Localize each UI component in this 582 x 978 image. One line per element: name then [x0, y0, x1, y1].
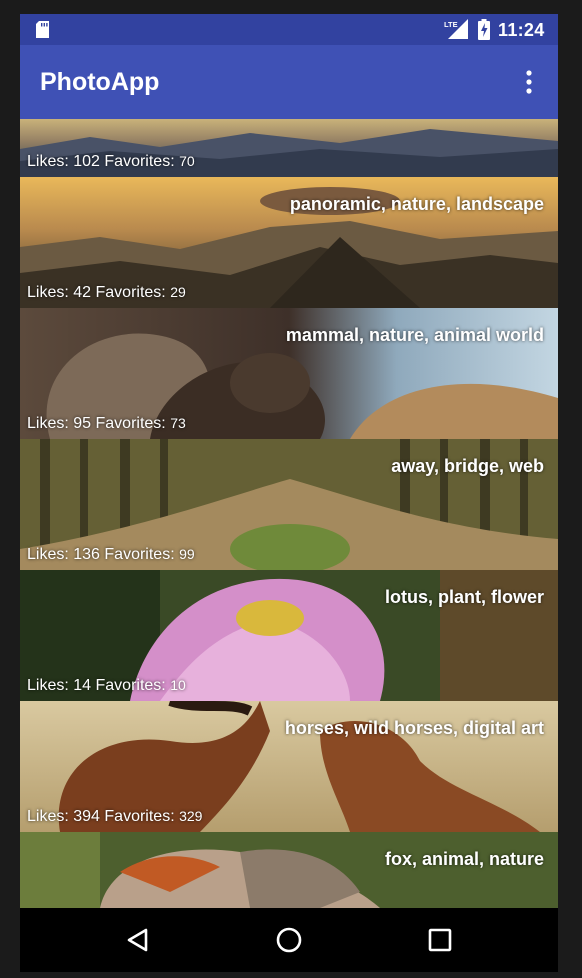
photo-stats: Likes: 42 Favorites: 29 — [27, 282, 186, 303]
likes-count: 136 — [73, 546, 100, 563]
battery-charging-icon — [478, 19, 490, 40]
likes-label: Likes: — [27, 677, 69, 694]
photo-tags: away, bridge, web — [391, 456, 544, 476]
photo-tags: horses, wild horses, digital art — [284, 718, 544, 738]
photo-card[interactable]: Likes: 102 Favorites: 70 — [20, 119, 558, 177]
photo-card[interactable]: fox, animal, nature — [20, 832, 558, 908]
likes-label: Likes: — [27, 546, 69, 563]
photo-tags: panoramic, nature, landscape — [289, 194, 544, 214]
photo-stats: Likes: 95 Favorites: 73 — [27, 413, 186, 434]
favorites-label: Favorites: — [95, 415, 166, 432]
likes-count: 14 — [73, 677, 92, 694]
network-type-label: LTE — [444, 20, 458, 29]
recents-button[interactable] — [418, 918, 462, 962]
favorites-label: Favorites: — [104, 153, 175, 170]
home-button[interactable] — [267, 918, 311, 962]
back-icon — [127, 928, 148, 952]
photo-card[interactable]: mammal, nature, animal world Likes: 95 F… — [20, 308, 558, 439]
more-vert-icon[interactable] — [520, 69, 538, 95]
photo-stats: Likes: 136 Favorites: 99 — [27, 544, 195, 565]
photo-tags: lotus, plant, flower — [384, 587, 544, 607]
photo-feed[interactable]: Likes: 102 Favorites: 70 panoramic, natu… — [20, 119, 558, 908]
favorites-count: 29 — [170, 284, 186, 300]
favorites-count: 10 — [170, 677, 186, 693]
photo-stats: Likes: 102 Favorites: 70 — [27, 151, 195, 172]
photo-stats: Likes: 14 Favorites: 10 — [27, 675, 186, 696]
photo-stats: Likes: 394 Favorites: 329 — [27, 806, 202, 827]
likes-count: 95 — [73, 415, 92, 432]
home-icon — [276, 927, 302, 953]
recents-icon — [428, 928, 452, 952]
likes-count: 42 — [73, 284, 92, 301]
photo-tags: fox, animal, nature — [384, 849, 544, 869]
photo-tags: mammal, nature, animal world — [285, 325, 544, 345]
favorites-count: 73 — [170, 415, 186, 431]
photo-image — [20, 832, 558, 908]
photo-card[interactable]: panoramic, nature, landscape Likes: 42 F… — [20, 177, 558, 308]
navigation-bar — [20, 908, 558, 972]
app-bar: PhotoApp — [20, 45, 558, 119]
likes-count: 394 — [73, 808, 100, 825]
back-button[interactable] — [116, 918, 160, 962]
likes-label: Likes: — [27, 284, 69, 301]
likes-count: 102 — [73, 153, 100, 170]
likes-label: Likes: — [27, 415, 69, 432]
photo-card[interactable]: lotus, plant, flower Likes: 14 Favorites… — [20, 570, 558, 701]
lte-signal-icon: LTE — [444, 19, 468, 39]
app-title: PhotoApp — [40, 68, 160, 96]
photo-card[interactable]: horses, wild horses, digital art Likes: … — [20, 701, 558, 832]
likes-label: Likes: — [27, 808, 69, 825]
favorites-label: Favorites: — [104, 808, 175, 825]
status-bar: LTE 11:24 — [20, 14, 558, 45]
favorites-count: 329 — [179, 808, 203, 824]
favorites-count: 99 — [179, 546, 195, 562]
phone-screen: LTE 11:24 PhotoApp Likes: 102 Favorites:… — [20, 14, 558, 972]
photo-card[interactable]: away, bridge, web Likes: 136 Favorites: … — [20, 439, 558, 570]
favorites-label: Favorites: — [95, 284, 166, 301]
sd-card-icon — [36, 21, 49, 38]
favorites-count: 70 — [179, 153, 195, 169]
likes-label: Likes: — [27, 153, 69, 170]
favorites-label: Favorites: — [104, 546, 175, 563]
status-time: 11:24 — [498, 20, 545, 40]
favorites-label: Favorites: — [95, 677, 166, 694]
